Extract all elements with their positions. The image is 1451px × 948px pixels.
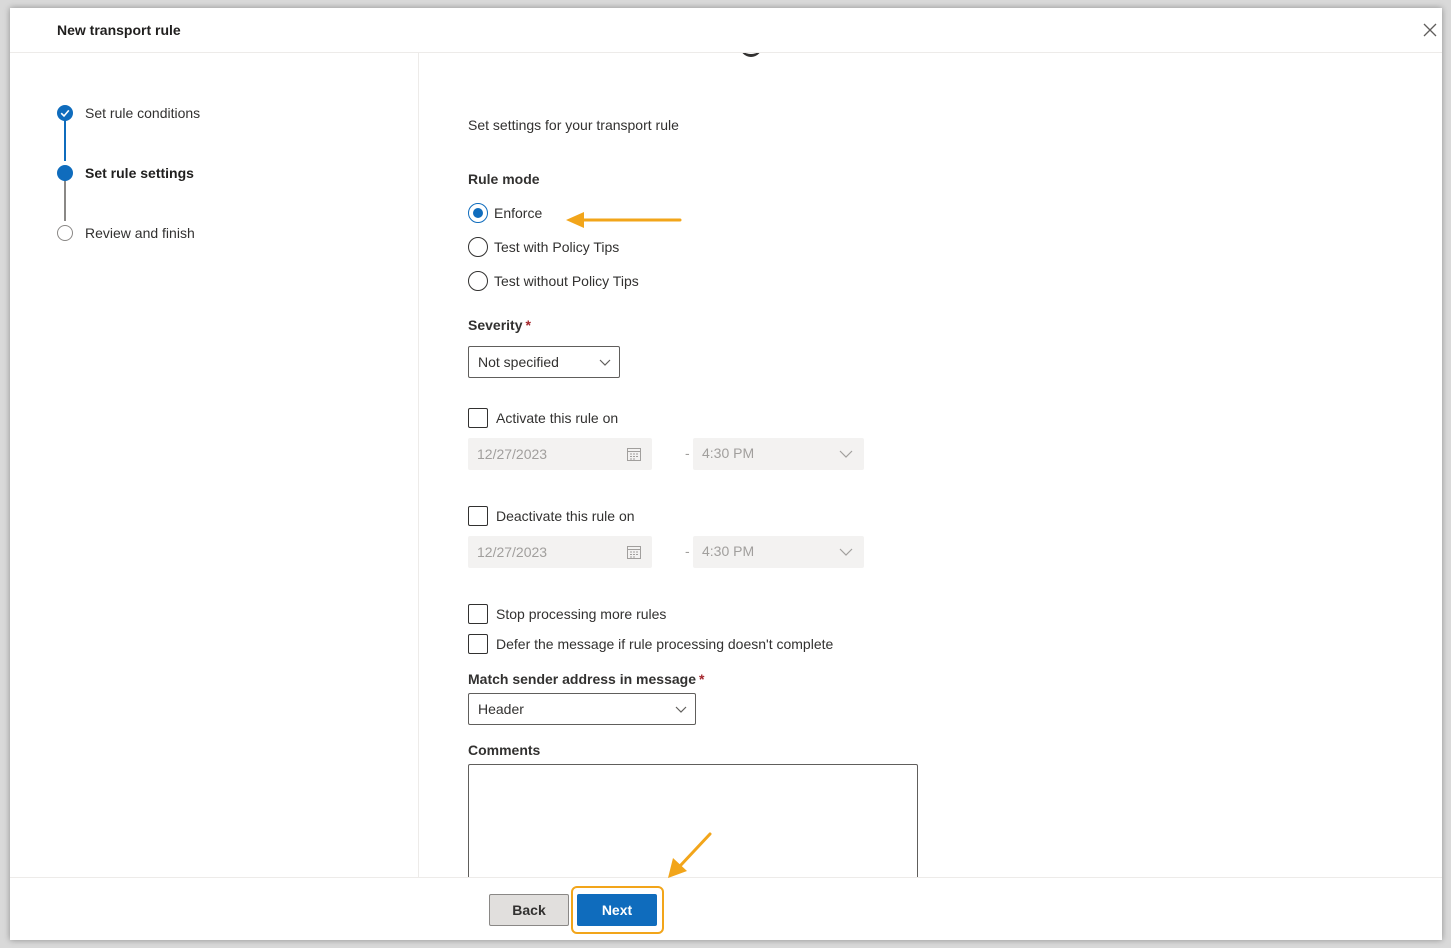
highlight-arrow-icon xyxy=(566,212,682,228)
deactivate-date-picker[interactable]: 12/27/2023 xyxy=(468,536,652,568)
match-sender-label-text: Match sender address in message xyxy=(468,671,696,687)
checkmark-icon xyxy=(57,105,73,121)
pending-step-icon xyxy=(57,225,73,241)
form-description: Set settings for your transport rule xyxy=(468,117,679,133)
radio-label: Enforce xyxy=(494,205,543,221)
radio-button-selected[interactable] xyxy=(468,203,488,223)
deactivate-date-value: 12/27/2023 xyxy=(477,544,548,560)
panel-title: New transport rule xyxy=(57,22,181,38)
required-marker: * xyxy=(699,671,705,687)
match-sender-value: Header xyxy=(478,701,524,717)
heading-fragment xyxy=(740,53,762,57)
back-button[interactable]: Back xyxy=(489,894,569,926)
rule-mode-label: Rule mode xyxy=(468,171,540,187)
next-button[interactable]: Next xyxy=(577,894,657,926)
transport-rule-panel: New transport rule Set rule conditions S… xyxy=(10,8,1442,940)
wizard-footer: Back Next xyxy=(10,877,1442,940)
activate-date-picker[interactable]: 12/27/2023 xyxy=(468,438,652,470)
match-sender-label: Match sender address in message * xyxy=(468,671,704,687)
chevron-down-icon xyxy=(675,706,687,713)
comments-textarea[interactable] xyxy=(468,764,918,878)
activate-time-dropdown[interactable]: 4:30 PM xyxy=(693,438,864,470)
chevron-down-icon xyxy=(599,359,611,366)
step-label: Review and finish xyxy=(85,225,195,241)
checkbox-box[interactable] xyxy=(468,506,488,526)
step-label: Set rule settings xyxy=(85,165,194,181)
deactivate-time-dropdown[interactable]: 4:30 PM xyxy=(693,536,864,568)
checkbox-label: Deactivate this rule on xyxy=(496,508,635,524)
radio-button[interactable] xyxy=(468,271,488,291)
chevron-down-icon xyxy=(839,548,853,556)
step-label: Set rule conditions xyxy=(85,105,201,121)
calendar-icon xyxy=(627,448,641,461)
checkbox-box[interactable] xyxy=(468,408,488,428)
range-separator: - xyxy=(685,445,690,461)
checkbox-label: Defer the message if rule processing doe… xyxy=(496,636,834,652)
step-connector xyxy=(64,179,66,221)
checkbox-label: Stop processing more rules xyxy=(496,606,667,622)
panel-header: New transport rule xyxy=(10,8,1442,53)
severity-label-text: Severity xyxy=(468,317,523,333)
range-separator: - xyxy=(685,543,690,559)
checkbox-label: Activate this rule on xyxy=(496,410,619,426)
activate-time-value: 4:30 PM xyxy=(702,445,755,461)
close-icon[interactable] xyxy=(1422,22,1438,38)
severity-dropdown[interactable]: Not specified xyxy=(468,346,620,378)
settings-form: Set settings for your transport rule Rul… xyxy=(420,53,1442,878)
checkbox-box[interactable] xyxy=(468,604,488,624)
deactivate-time-value: 4:30 PM xyxy=(702,543,755,559)
activate-date-value: 12/27/2023 xyxy=(477,446,548,462)
calendar-icon xyxy=(627,546,641,559)
radio-button[interactable] xyxy=(468,237,488,257)
required-marker: * xyxy=(525,317,531,333)
severity-value: Not specified xyxy=(478,354,559,370)
radio-label: Test without Policy Tips xyxy=(494,273,639,289)
comments-label: Comments xyxy=(468,742,541,758)
checkbox-box[interactable] xyxy=(468,634,488,654)
match-sender-dropdown[interactable]: Header xyxy=(468,693,696,725)
chevron-down-icon xyxy=(839,450,853,458)
wizard-steps: Set rule conditions Set rule settings Re… xyxy=(10,53,419,878)
radio-label: Test with Policy Tips xyxy=(494,239,620,255)
severity-label: Severity * xyxy=(468,317,531,333)
current-step-icon xyxy=(57,165,73,181)
step-connector xyxy=(64,119,66,161)
